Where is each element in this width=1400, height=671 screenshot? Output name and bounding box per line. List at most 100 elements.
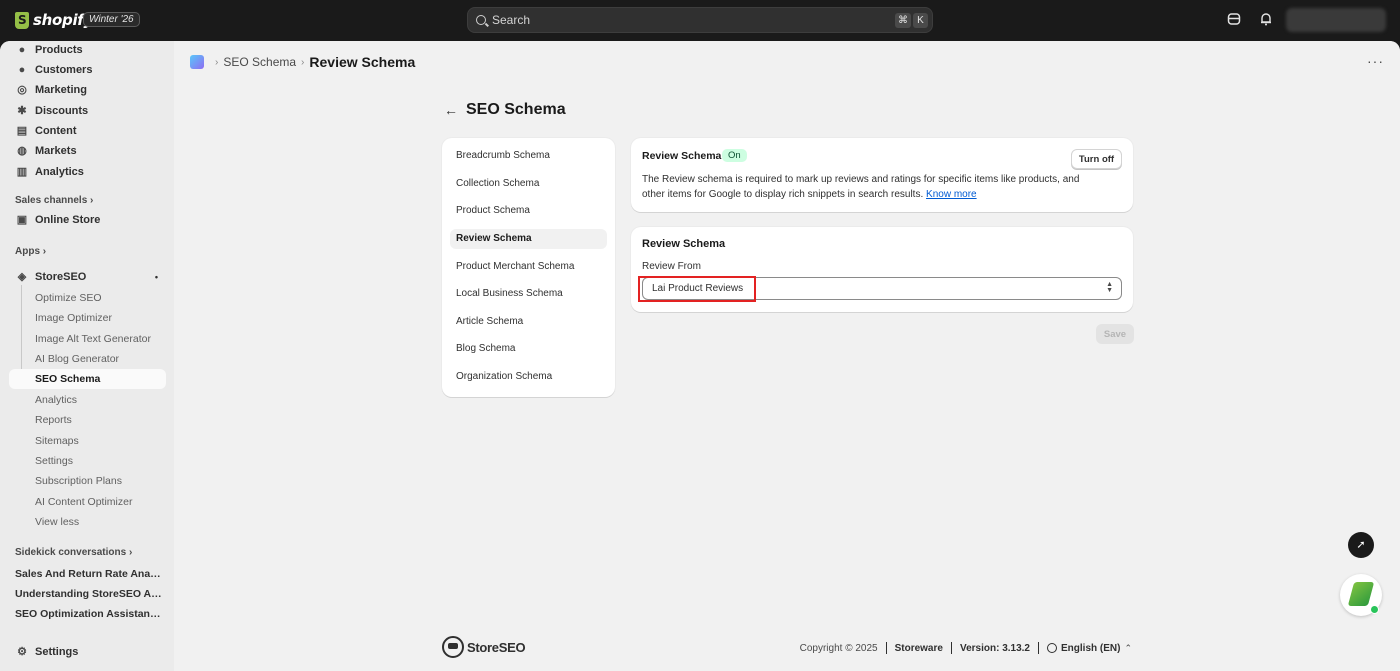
sidekick-conversations-label[interactable]: Sidekick conversations ›	[15, 547, 132, 558]
turn-off-button[interactable]: Turn off	[1071, 149, 1122, 169]
chevron-right-icon: ›	[90, 195, 94, 206]
sidekick-conversation-item[interactable]: Sales And Return Rate Analytics	[15, 568, 163, 580]
annotation-highlight	[638, 276, 756, 302]
subnav-ai-content-optimizer[interactable]: AI Content Optimizer	[35, 496, 132, 508]
shortcut-cmd-key: ⌘	[895, 13, 911, 28]
discount-icon: ✱	[17, 105, 27, 117]
globe-icon: ◍	[17, 145, 27, 157]
nav-content-label: Content	[35, 125, 77, 137]
sidekick-conversations-text: Sidekick conversations	[15, 547, 127, 558]
nav-customers[interactable]: ● Customers	[8, 60, 166, 80]
schema-item-breadcrumb[interactable]: Breadcrumb Schema	[450, 146, 607, 166]
apps-text: Apps	[15, 246, 40, 257]
storeseo-app-icon[interactable]	[190, 55, 204, 69]
sidekick-conversation-item[interactable]: SEO Optimization Assistance For Products	[15, 608, 163, 620]
globe-icon	[1047, 643, 1057, 653]
nav-settings[interactable]: ⚙ Settings	[8, 642, 166, 662]
copyright-text: Copyright © 2025	[799, 642, 878, 654]
company-link[interactable]: Storeware	[895, 643, 943, 654]
nav-analytics-label: Analytics	[35, 166, 84, 178]
pin-dot-icon[interactable]: •	[155, 272, 158, 282]
page-title: SEO Schema	[466, 101, 566, 118]
nav-storeseo[interactable]: ◈ StoreSEO •	[8, 267, 166, 287]
nav-online-store-label: Online Store	[35, 214, 101, 226]
storeseo-robot-icon	[442, 636, 464, 658]
bell-icon[interactable]	[1258, 12, 1274, 28]
chart-icon: ▥	[16, 166, 28, 178]
search-input[interactable]: Search ⌘ K	[467, 7, 933, 33]
schema-status-title: Review Schema	[642, 150, 722, 162]
more-actions-icon[interactable]: ···	[1367, 53, 1384, 69]
search-icon	[476, 15, 486, 25]
nav-marketing-label: Marketing	[35, 84, 87, 96]
nav-online-store[interactable]: ▣ Online Store	[8, 210, 166, 230]
nav-discounts-label: Discounts	[35, 105, 89, 117]
chevron-right-icon: ›	[215, 56, 219, 68]
subnav-optimize-seo[interactable]: Optimize SEO	[35, 292, 102, 304]
breadcrumb-parent[interactable]: SEO Schema	[223, 55, 296, 69]
store-icon[interactable]	[1226, 12, 1242, 28]
nav-marketing[interactable]: ◎ Marketing	[8, 80, 166, 100]
schema-item-review[interactable]: Review Schema	[450, 229, 607, 249]
select-chevrons-icon: ▲ ▼	[1106, 281, 1113, 294]
chevron-up-icon: ⌃	[1124, 642, 1132, 653]
sales-channels-label[interactable]: Sales channels ›	[15, 195, 93, 206]
subnav-analytics[interactable]: Analytics	[35, 394, 77, 406]
nav-content[interactable]: ▤ Content	[8, 121, 166, 141]
sidekick-conversation-item[interactable]: Understanding StoreSEO App Features	[15, 588, 163, 600]
gear-icon: ⚙	[17, 646, 27, 658]
user-menu[interactable]	[1286, 8, 1386, 32]
content-icon: ▤	[16, 125, 28, 137]
subnav-settings[interactable]: Settings	[35, 455, 73, 467]
schema-item-product-merchant[interactable]: Product Merchant Schema	[450, 257, 607, 277]
schema-item-product[interactable]: Product Schema	[450, 201, 607, 221]
tag-icon: ●	[18, 44, 26, 56]
footer-info: Copyright © 2025 Storeware Version: 3.13…	[800, 642, 1132, 654]
search-placeholder: Search	[492, 13, 531, 27]
shortcut-k-key: K	[913, 13, 928, 28]
storeseo-app-icon: ◈	[17, 271, 27, 283]
top-bar: shopify Winter '26 Search ⌘ K	[0, 0, 1400, 41]
version-text: Version: 3.13.2	[959, 642, 1030, 654]
nav-analytics[interactable]: ▥ Analytics	[8, 162, 166, 182]
edition-badge[interactable]: Winter '26	[83, 12, 140, 27]
subnav-subscription-plans[interactable]: Subscription Plans	[35, 475, 122, 487]
app-footer: StoreSEO Copyright © 2025 Storeware Vers…	[442, 636, 1132, 660]
subnav-seo-schema[interactable]: SEO Schema	[35, 373, 100, 385]
target-icon: ◎	[17, 84, 27, 96]
chevron-right-icon: ›	[301, 56, 305, 68]
know-more-link[interactable]: Know more	[926, 189, 977, 200]
subnav-view-less[interactable]: View less	[35, 516, 79, 528]
back-arrow-icon[interactable]: ←	[444, 102, 458, 118]
nav-discounts[interactable]: ✱ Discounts	[8, 101, 166, 121]
subnav-image-optimizer[interactable]: Image Optimizer	[35, 312, 112, 324]
schema-item-organization[interactable]: Organization Schema	[450, 367, 607, 387]
chevron-right-icon: ›	[128, 547, 133, 558]
subnav-reports[interactable]: Reports	[35, 414, 72, 426]
schema-item-local-business[interactable]: Local Business Schema	[450, 284, 607, 304]
save-button[interactable]: Save	[1096, 324, 1134, 344]
breadcrumb: › SEO Schema › Review Schema	[190, 54, 415, 70]
divider	[1038, 642, 1039, 654]
tree-line	[21, 285, 22, 379]
subnav-sitemaps[interactable]: Sitemaps	[35, 435, 79, 447]
main-content: › SEO Schema › Review Schema ··· ← SEO S…	[174, 41, 1400, 671]
admin-frame: ● Products ● Customers ◎ Marketing ✱ Dis…	[0, 41, 1400, 671]
schema-item-blog[interactable]: Blog Schema	[450, 339, 607, 359]
sidebar: ● Products ● Customers ◎ Marketing ✱ Dis…	[0, 41, 174, 671]
shopify-logo[interactable]: shopify	[15, 11, 93, 29]
schema-item-article[interactable]: Article Schema	[450, 312, 607, 332]
schema-list-card: Breadcrumb Schema Collection Schema Prod…	[442, 138, 615, 397]
nav-settings-label: Settings	[35, 646, 79, 658]
rocket-icon[interactable]: ➚	[1348, 532, 1374, 558]
subnav-ai-blog[interactable]: AI Blog Generator	[35, 353, 119, 365]
nav-markets[interactable]: ◍ Markets	[8, 141, 166, 161]
online-status-dot	[1370, 605, 1379, 614]
apps-label[interactable]: Apps ›	[15, 246, 46, 257]
language-selector[interactable]: English (EN) ⌃	[1047, 643, 1132, 654]
divider	[950, 642, 952, 654]
subnav-image-alt-text[interactable]: Image Alt Text Generator	[35, 333, 151, 345]
schema-item-collection[interactable]: Collection Schema	[450, 174, 607, 194]
nav-products[interactable]: ● Products	[8, 41, 166, 60]
nav-storeseo-label: StoreSEO	[35, 271, 87, 283]
